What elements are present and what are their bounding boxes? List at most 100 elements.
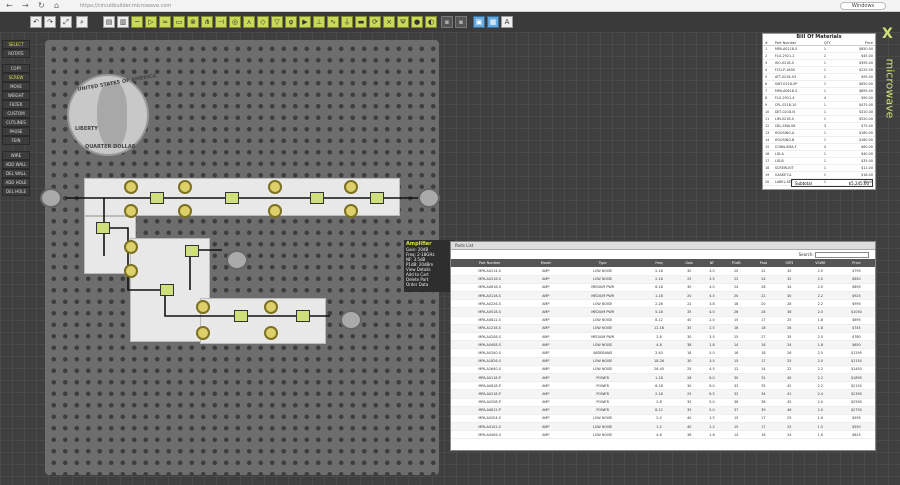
- bom-row[interactable]: 9 CPL-0218-10 1 $475.00: [763, 102, 875, 109]
- table-row[interactable]: MPA-A0618-P AMP POWER 6-18 30 6.0 33 35 42 2.2 $21…: [451, 381, 875, 391]
- table-row[interactable]: MPA-A0204-S AMP LOW NOISE 2-4 40 1.5 15 17 25 1.6…: [451, 414, 875, 424]
- amplifier-6[interactable]: [160, 284, 174, 296]
- bom-cell: $18.00: [861, 173, 873, 177]
- flange[interactable]: [178, 204, 192, 218]
- table-cell: 18: [721, 299, 752, 309]
- table-cell: MPA-A0102-S: [451, 422, 529, 432]
- table-cell: 38: [675, 430, 703, 440]
- input-connector[interactable]: [40, 188, 62, 208]
- table-header-cell[interactable]: NF: [702, 259, 722, 267]
- table-row[interactable]: MPA-A0218-P AMP POWER 2-18 25 6.5 32 34 41 2.4 $23…: [451, 389, 875, 399]
- bom-row[interactable]: 17 LID-B 1 $35.00: [763, 158, 875, 165]
- amplifier-3[interactable]: [310, 192, 324, 204]
- table-cell: 15: [721, 422, 752, 432]
- flange[interactable]: [264, 300, 278, 314]
- table-cell: 1-2: [642, 422, 676, 432]
- amplifier-2[interactable]: [225, 192, 239, 204]
- table-row[interactable]: MPA-A0240-S AMP WIDEBAND 2-40 18 5.0 16 18 26 2.5…: [451, 348, 875, 358]
- amplifier-4[interactable]: [370, 192, 384, 204]
- table-header-cell[interactable]: Gain: [675, 259, 703, 267]
- table-cell: 22: [751, 291, 776, 301]
- flange[interactable]: [268, 180, 282, 194]
- table-cell: POWER: [563, 373, 643, 383]
- amplifier-5[interactable]: [96, 222, 110, 234]
- bom-cell: 3: [823, 124, 827, 128]
- amplifier-8[interactable]: [296, 310, 310, 322]
- flange[interactable]: [196, 300, 210, 314]
- table-row[interactable]: MPA-A0214-S AMP LOW NOISE 2-18 30 3.0 20 22 30 2.…: [451, 267, 875, 276]
- filter-1[interactable]: [185, 245, 199, 257]
- table-header-cell[interactable]: Model: [528, 259, 564, 267]
- bom-row[interactable]: 4 FLT-LP-1800 1 $225.00: [763, 67, 875, 74]
- table-row[interactable]: MPA-A0812-S AMP LOW NOISE 8-12 40 2.0 15 17 25 1.…: [451, 316, 875, 325]
- bom-row[interactable]: 1 MPA-A0218-S 1 $850.00: [763, 46, 875, 53]
- bom-row[interactable]: 6 SWT-0218-SP 1 $650.00: [763, 81, 875, 88]
- table-cell: 6-18: [642, 283, 676, 293]
- flange[interactable]: [178, 180, 192, 194]
- flange[interactable]: [268, 204, 282, 218]
- table-cell: AMP: [528, 357, 564, 366]
- table-row[interactable]: MPA-A0406-S AMP LOW NOISE 4-6 38 1.6 14 16 24 1.6…: [451, 430, 875, 440]
- flange[interactable]: [124, 240, 138, 254]
- bom-row[interactable]: 13 HOUSING-A 1 $180.00: [763, 130, 875, 137]
- amplifier-1[interactable]: [150, 192, 164, 204]
- flange[interactable]: [344, 180, 358, 194]
- flange[interactable]: [124, 180, 138, 194]
- flange[interactable]: [344, 204, 358, 218]
- bom-row[interactable]: 15 CONN-SMA-F 4 $60.00: [763, 144, 875, 151]
- bom-cell: $395.00: [858, 61, 873, 65]
- table-row[interactable]: MPA-A0812-P AMP POWER 8-12 35 5.0 37 39 46 2.0 $27…: [451, 406, 875, 415]
- amplifier-7[interactable]: [234, 310, 248, 322]
- flange[interactable]: [124, 204, 138, 218]
- table-header-cell[interactable]: P1dB: [721, 259, 752, 267]
- table-search-input[interactable]: [815, 252, 869, 258]
- bom-row[interactable]: 7 MPA-A0618-S 1 $895.00: [763, 88, 875, 95]
- table-row[interactable]: MPA-A0218-S AMP LOW NOISE 2-18 25 3.5 22 24 32 2.…: [451, 275, 875, 284]
- bom-row[interactable]: 14 HOUSING-B 1 $160.00: [763, 137, 875, 144]
- tooltip-option[interactable]: Order Data: [406, 282, 452, 287]
- flange[interactable]: [196, 326, 210, 340]
- bom-row[interactable]: 11 LIM-0218-S 1 $520.00: [763, 116, 875, 123]
- table-header-cell[interactable]: Price: [837, 259, 875, 267]
- table-cell: 2.4: [802, 389, 838, 399]
- table-row[interactable]: MPA-A0208-P AMP POWER 2-8 35 5.0 36 38 45 2.0 $259…: [451, 398, 875, 407]
- bom-row[interactable]: 10 DET-0218-N 1 $310.00: [763, 109, 875, 116]
- output-connector-3[interactable]: [340, 310, 362, 330]
- table-row[interactable]: MPA-A2640-S AMP LOW NOISE 26-40 25 4.5 12 14 22 2…: [451, 365, 875, 374]
- table-row[interactable]: MPA-A1826-S AMP LOW NOISE 18-26 30 3.5 15 17 25 2…: [451, 357, 875, 366]
- flange[interactable]: [264, 326, 278, 340]
- bom-row[interactable]: 5 ATT-0218-03 2 $95.00: [763, 74, 875, 81]
- table-row[interactable]: MPA-A0618-S AMP MEDIUM PWR 6-18 30 4.0 24 26 34 2…: [451, 283, 875, 293]
- table-cell: 14: [751, 365, 776, 374]
- bom-row[interactable]: 18 SCREW-KIT 1 $12.00: [763, 165, 875, 172]
- output-connector-1[interactable]: [418, 188, 440, 208]
- bom-row[interactable]: 12 CBL-SMA-06 3 $75.00: [763, 123, 875, 130]
- table-header-cell[interactable]: Type: [563, 259, 643, 267]
- table-cell: 35: [675, 398, 703, 407]
- table-row[interactable]: MPA-A0102-S AMP LOW NOISE 1-2 40 1.2 15 17 25 1.5…: [451, 422, 875, 432]
- flange[interactable]: [124, 264, 138, 278]
- bom-cell: 1: [765, 47, 768, 51]
- table-header-cell[interactable]: OIP3: [775, 259, 803, 267]
- table-header-cell[interactable]: Psat: [751, 259, 776, 267]
- table-cell: 1.6: [702, 430, 722, 440]
- table-row[interactable]: MPA-A0408-S AMP LOW NOISE 4-8 38 1.8 14 16 24 1.8…: [451, 340, 875, 350]
- table-row[interactable]: MPA-A0118-P AMP POWER 1-18 28 6.0 30 32 40 2.2 $18…: [451, 373, 875, 383]
- table-cell: 37: [721, 406, 752, 415]
- bom-row[interactable]: 2 FLG-2921-2 2 $45.00: [763, 53, 875, 60]
- table-row[interactable]: MPA-A0226-S AMP LOW NOISE 2-26 22 3.8 18 20 28 2.…: [451, 299, 875, 309]
- output-connector-2[interactable]: [226, 250, 248, 270]
- bom-row[interactable]: 8 FLG-2921-4 4 $90.00: [763, 95, 875, 102]
- table-header-cell[interactable]: Freq: [642, 259, 676, 267]
- table-row[interactable]: MPA-A0208-S AMP MEDIUM PWR 2-8 30 3.5 25 27 35 2.…: [451, 332, 875, 342]
- table-row[interactable]: MPA-A0518-S AMP MEDIUM PWR 5-18 35 4.0 26 28 36 2…: [451, 307, 875, 317]
- table-header-cell[interactable]: VSWR: [802, 259, 838, 267]
- table-cell: 34: [751, 389, 776, 399]
- table-row[interactable]: MPA-A1218-S AMP LOW NOISE 12-18 35 2.5 16 18 26 1…: [451, 324, 875, 334]
- bom-cell: ATT-0218-03: [774, 75, 797, 79]
- bom-row[interactable]: 3 ISO-0218-S 1 $395.00: [763, 60, 875, 67]
- table-header-cell[interactable]: Part Number: [451, 259, 529, 267]
- table-row[interactable]: MPA-A0118-S AMP MEDIUM PWR 1-18 20 4.5 20 22 30 2…: [451, 291, 875, 301]
- bom-row[interactable]: 16 LID-A 1 $40.00: [763, 151, 875, 158]
- bom-row[interactable]: 19 GASKET-A 1 $18.00: [763, 172, 875, 179]
